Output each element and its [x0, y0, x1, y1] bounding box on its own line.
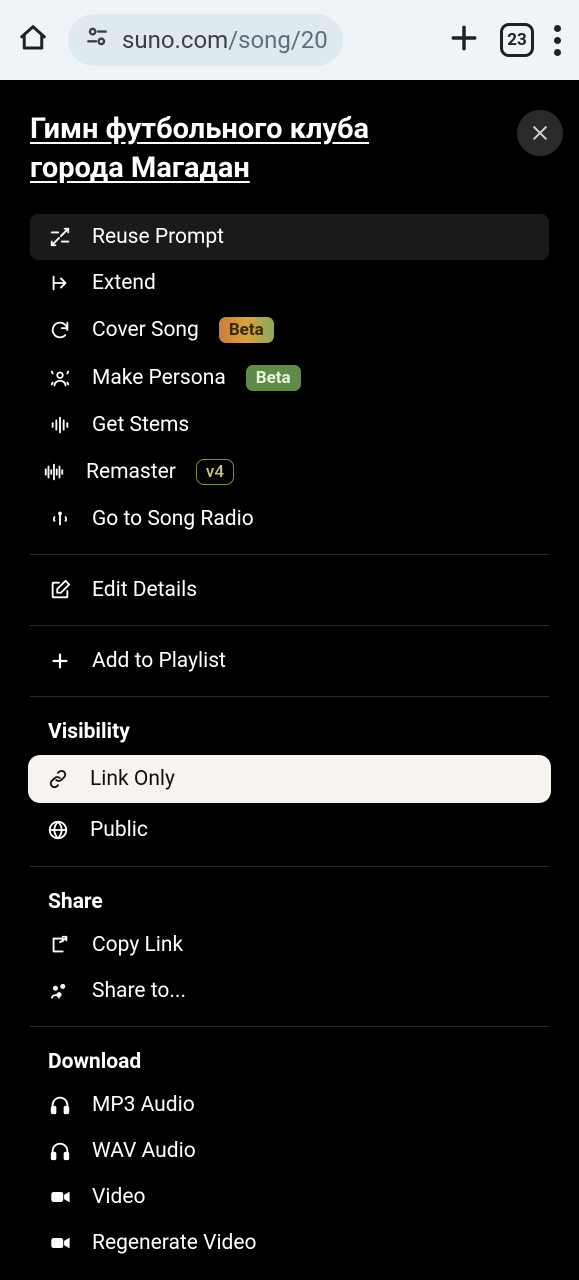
divider — [30, 625, 549, 626]
video-icon — [48, 1186, 72, 1208]
remaster-item[interactable]: Remaster v4 — [30, 448, 549, 496]
item-label: Share to... — [92, 979, 186, 1003]
visibility-label: Visibility — [30, 709, 549, 752]
item-label: Make Persona — [92, 366, 226, 390]
song-title[interactable]: Гимн футбольного клуба города Магадан — [30, 110, 460, 188]
divider — [30, 554, 549, 555]
divider — [30, 1026, 549, 1027]
waveform-icon — [48, 414, 72, 436]
radio-icon — [48, 508, 72, 530]
beta-badge: Beta — [219, 317, 274, 343]
download-wav-item[interactable]: WAV Audio — [30, 1128, 549, 1174]
share-to-item[interactable]: Share to... — [30, 968, 549, 1014]
globe-icon — [46, 819, 70, 841]
address-bar[interactable]: suno.com/song/202c1e0 — [68, 14, 343, 66]
persona-icon — [48, 367, 72, 389]
edit-icon — [48, 579, 72, 601]
reuse-icon — [48, 226, 72, 248]
beta-badge: Beta — [246, 365, 301, 391]
url-text: suno.com/song/202c1e0 — [122, 26, 327, 54]
home-icon[interactable] — [18, 23, 48, 57]
remaster-icon — [42, 461, 66, 483]
close-button[interactable] — [517, 110, 563, 156]
item-label: Edit Details — [92, 578, 197, 602]
browser-chrome: suno.com/song/202c1e0 23 — [0, 0, 579, 80]
extend-icon — [48, 272, 72, 294]
item-label: Cover Song — [92, 318, 199, 342]
item-label: MP3 Audio — [92, 1093, 195, 1117]
extend-item[interactable]: Extend — [30, 260, 549, 306]
video-icon — [48, 1232, 72, 1254]
item-label: Extend — [92, 271, 156, 295]
headphones-icon — [48, 1140, 72, 1162]
add-to-playlist-item[interactable]: Add to Playlist — [30, 638, 549, 684]
song-radio-item[interactable]: Go to Song Radio — [30, 496, 549, 542]
edit-details-item[interactable]: Edit Details — [30, 567, 549, 613]
item-label: Video — [92, 1185, 145, 1209]
visibility-link-only[interactable]: Link Only — [28, 755, 551, 803]
browser-menu-button[interactable] — [554, 25, 561, 56]
item-label: Get Stems — [92, 413, 189, 437]
download-label: Download — [30, 1039, 549, 1082]
copy-link-icon — [48, 934, 72, 956]
v4-badge: v4 — [196, 459, 234, 485]
item-label: Regenerate Video — [92, 1231, 257, 1255]
item-label: WAV Audio — [92, 1139, 196, 1163]
item-label: Copy Link — [92, 933, 183, 957]
item-label: Go to Song Radio — [92, 507, 254, 531]
make-persona-item[interactable]: Make Persona Beta — [30, 354, 549, 402]
divider — [30, 866, 549, 867]
item-label: Remaster — [86, 460, 176, 484]
share-icon — [48, 980, 72, 1002]
headphones-icon — [48, 1094, 72, 1116]
refresh-icon — [48, 319, 72, 341]
tabs-button[interactable]: 23 — [500, 23, 534, 57]
download-video-item[interactable]: Video — [30, 1174, 549, 1220]
divider — [30, 696, 549, 697]
item-label: Public — [90, 818, 148, 842]
site-settings-icon — [84, 24, 110, 56]
reuse-prompt-item[interactable]: Reuse Prompt — [30, 214, 549, 260]
plus-icon — [48, 650, 72, 672]
item-label: Add to Playlist — [92, 649, 226, 673]
song-actions-sheet: Гимн футбольного клуба города Магадан Re… — [0, 80, 579, 1266]
item-label: Reuse Prompt — [92, 225, 224, 249]
regenerate-video-item[interactable]: Regenerate Video — [30, 1220, 549, 1266]
tab-count: 23 — [507, 30, 527, 50]
share-label: Share — [30, 879, 549, 922]
item-label: Link Only — [90, 767, 175, 791]
new-tab-button[interactable] — [448, 22, 480, 58]
visibility-public[interactable]: Public — [28, 806, 551, 854]
link-icon — [46, 768, 70, 790]
get-stems-item[interactable]: Get Stems — [30, 402, 549, 448]
download-mp3-item[interactable]: MP3 Audio — [30, 1082, 549, 1128]
copy-link-item[interactable]: Copy Link — [30, 922, 549, 968]
cover-song-item[interactable]: Cover Song Beta — [30, 306, 549, 354]
